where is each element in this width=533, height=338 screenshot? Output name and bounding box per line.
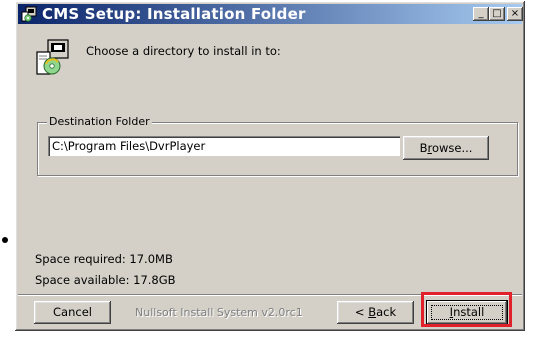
back-label-accel: B bbox=[368, 305, 377, 319]
destination-folder-legend: Destination Folder bbox=[47, 115, 152, 128]
maximize-button[interactable]: □ bbox=[489, 7, 505, 21]
cancel-button[interactable]: Cancel bbox=[34, 301, 111, 324]
browse-label-post: owse... bbox=[431, 141, 473, 155]
page-header: Choose a directory to install in to: bbox=[18, 24, 522, 88]
space-required: Space required: 17.0MB bbox=[35, 252, 173, 266]
back-label-post: ack bbox=[376, 305, 397, 319]
header-instruction: Choose a directory to install in to: bbox=[86, 44, 281, 58]
browse-button[interactable]: Browse... bbox=[403, 136, 489, 160]
minimize-button[interactable]: _ bbox=[473, 7, 489, 21]
bullet-dot bbox=[2, 237, 8, 243]
installer-disk-icon bbox=[34, 38, 70, 76]
title-bar[interactable]: CMS Setup: Installation Folder _ □ × bbox=[18, 4, 523, 24]
destination-path-field[interactable]: C:\Program Files\DvrPlayer bbox=[48, 136, 400, 156]
space-available: Space available: 17.8GB bbox=[35, 273, 176, 287]
window-title: CMS Setup: Installation Folder bbox=[42, 5, 306, 23]
back-label-pre: < bbox=[354, 305, 369, 319]
close-button[interactable]: × bbox=[507, 7, 523, 21]
installer-app-icon bbox=[21, 6, 37, 22]
back-button[interactable]: < Back bbox=[337, 301, 414, 324]
nsis-branding: Nullsoft Install System v2.0rc1 bbox=[135, 306, 303, 319]
setup-dialog: CMS Setup: Installation Folder _ □ × Cho… bbox=[15, 1, 525, 331]
install-highlight-box bbox=[421, 292, 512, 327]
